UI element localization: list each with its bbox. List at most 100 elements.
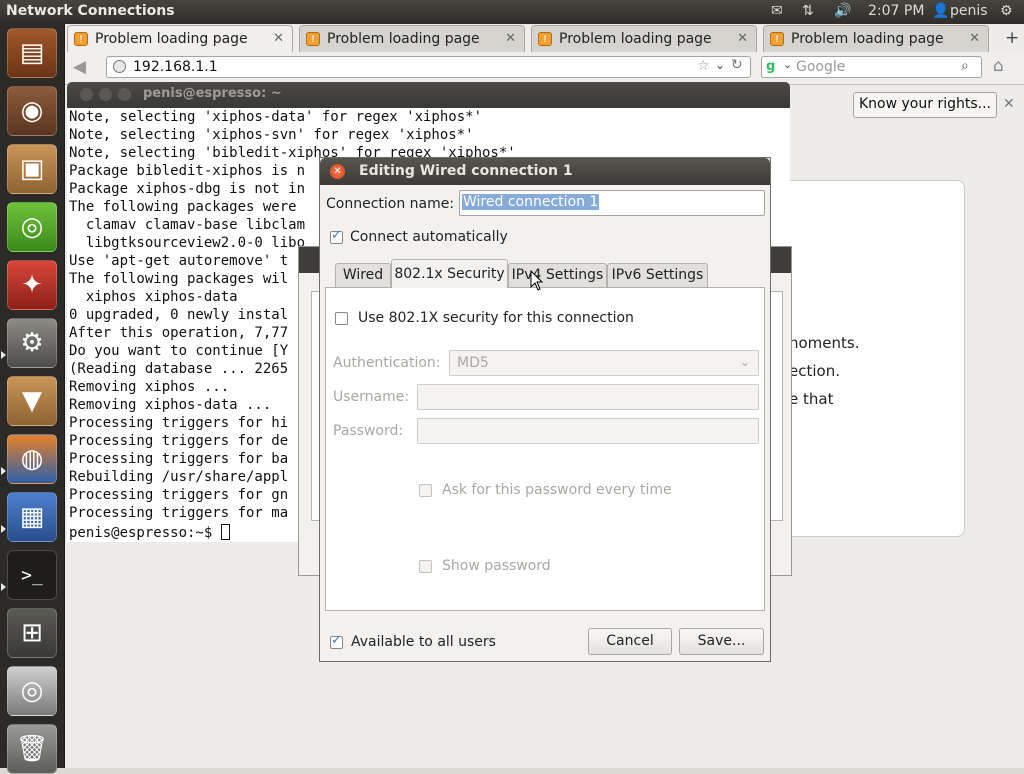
tab-ipv6-settings[interactable]: IPv6 Settings bbox=[607, 263, 708, 287]
user-icon: 👤 bbox=[932, 3, 950, 19]
close-icon[interactable]: ✕ bbox=[273, 31, 284, 46]
google-logo-icon[interactable]: g bbox=[766, 59, 782, 75]
mouse-pointer-icon bbox=[530, 270, 544, 291]
tab-label: Problem loading page bbox=[327, 31, 480, 47]
network-icon[interactable]: ⇅ bbox=[802, 3, 814, 19]
warning-icon: ! bbox=[74, 32, 88, 46]
ask-password-label: Ask for this password every time bbox=[442, 482, 672, 498]
terminal-titlebar[interactable]: penis@espresso: ~ bbox=[67, 82, 790, 108]
editing-connection-dialog: ✕ Editing Wired connection 1 Connection … bbox=[319, 157, 771, 662]
navigation-bar: ◀ 192.168.1.1 ☆ ⌄ ↻ g ⌄ Google ⌕ ⌂ bbox=[65, 52, 1024, 85]
search-icon[interactable]: ⌕ bbox=[961, 58, 969, 74]
network-connections-launcher[interactable]: ▦ bbox=[7, 492, 57, 542]
firefox-launcher[interactable]: ◍ bbox=[7, 434, 57, 484]
chevron-down-icon: ⌄ bbox=[739, 355, 750, 369]
warning-icon: ! bbox=[306, 32, 320, 46]
close-icon[interactable]: ✕ bbox=[330, 164, 345, 179]
terminal-line: Rebuilding /usr/share/appl bbox=[69, 469, 289, 485]
authentication-combo[interactable]: MD5 ⌄ bbox=[449, 350, 759, 376]
clock[interactable]: 2:07 PM bbox=[868, 3, 924, 19]
running-indicator bbox=[1, 351, 6, 359]
available-all-users-checkbox[interactable] bbox=[330, 633, 343, 649]
power-icon[interactable]: ⚙ bbox=[1000, 3, 1013, 19]
url-bar[interactable]: 192.168.1.1 ☆ ⌄ ↻ bbox=[106, 56, 751, 78]
terminal-line: Processing triggers for ba bbox=[69, 451, 289, 467]
cancel-button[interactable]: Cancel bbox=[588, 628, 672, 655]
new-tab-icon[interactable]: + bbox=[1005, 28, 1019, 48]
tab-label: Problem loading page bbox=[95, 31, 248, 47]
password-field[interactable] bbox=[417, 418, 759, 444]
terminal-prompt[interactable]: penis@espresso:~$ bbox=[69, 524, 230, 541]
chevron-down-icon[interactable]: ⌄ bbox=[783, 58, 792, 71]
package-launcher[interactable]: ▣ bbox=[7, 144, 57, 194]
chevron-down-icon[interactable]: ⌄ bbox=[715, 58, 725, 72]
use-8021x-label: Use 802.1X security for this connection bbox=[358, 310, 634, 326]
url-text[interactable]: 192.168.1.1 bbox=[133, 59, 218, 75]
terminal-line: (Reading database ... 2265 bbox=[69, 361, 289, 377]
error-text: e that bbox=[789, 390, 834, 408]
top-panel: Network Connections ✉ ⇅ 🔊 2:07 PM 👤 peni… bbox=[0, 0, 1024, 24]
user-menu[interactable]: penis bbox=[950, 3, 988, 19]
error-text: ection. bbox=[789, 362, 840, 380]
terminal-launcher[interactable]: >_ bbox=[7, 550, 57, 600]
know-your-rights-button[interactable]: Know your rights... bbox=[853, 92, 997, 118]
browser-tab[interactable]: ! Problem loading page ✕ bbox=[299, 25, 525, 52]
bookmark-star-icon[interactable]: ☆ bbox=[697, 58, 710, 74]
error-text: noments. bbox=[789, 334, 860, 352]
dialog-titlebar[interactable]: ✕ Editing Wired connection 1 bbox=[320, 158, 770, 185]
workspace-switcher-launcher[interactable]: ⊞ bbox=[7, 608, 57, 658]
ask-password-checkbox[interactable] bbox=[419, 484, 432, 497]
search-bar[interactable]: g ⌄ Google ⌕ bbox=[761, 56, 982, 78]
browser-tab[interactable]: ! Problem loading page ✕ bbox=[763, 25, 989, 52]
close-icon[interactable]: ✕ bbox=[737, 31, 748, 46]
connect-automatically-checkbox[interactable] bbox=[330, 228, 343, 244]
close-icon[interactable]: ✕ bbox=[505, 31, 516, 46]
tab-label: Problem loading page bbox=[791, 31, 944, 47]
speaker-launcher[interactable]: ◉ bbox=[7, 86, 57, 136]
tab-8021x-security[interactable]: 802.1x Security bbox=[391, 259, 508, 288]
prompt-text: penis@espresso:~$ bbox=[69, 525, 221, 541]
browser-tab[interactable]: ! Problem loading page ✕ bbox=[67, 25, 293, 52]
dvd-launcher[interactable]: ◎ bbox=[7, 666, 57, 716]
browser-tab[interactable]: ! Problem loading page ✕ bbox=[531, 25, 757, 52]
username-field[interactable] bbox=[417, 384, 759, 410]
close-icon[interactable] bbox=[80, 88, 93, 101]
terminal-line: Removing xiphos-data ... bbox=[69, 397, 272, 413]
minimize-icon[interactable] bbox=[99, 88, 112, 101]
terminal-line: libgtksourceview2.0-0 libo bbox=[69, 235, 306, 251]
home-icon[interactable]: ⌂ bbox=[993, 56, 1004, 76]
terminal-line: Processing triggers for hi bbox=[69, 415, 289, 431]
connection-name-label: Connection name: bbox=[326, 196, 455, 212]
ubuntu-one-launcher[interactable]: ◎ bbox=[7, 202, 57, 252]
maximize-icon[interactable] bbox=[118, 88, 131, 101]
trash-launcher[interactable]: 🗑 bbox=[7, 724, 57, 774]
system-settings-launcher[interactable]: ⚙ bbox=[7, 318, 57, 368]
terminal-line: Removing xiphos ... bbox=[69, 379, 230, 395]
package-download-launcher[interactable]: ▼ bbox=[7, 376, 57, 426]
use-8021x-checkbox[interactable] bbox=[335, 312, 348, 325]
show-password-checkbox[interactable] bbox=[419, 560, 432, 573]
available-all-users-label: Available to all users bbox=[351, 634, 496, 650]
reload-icon[interactable]: ↻ bbox=[731, 57, 743, 73]
running-indicator bbox=[1, 467, 6, 475]
settings-wand-launcher[interactable]: ✦ bbox=[7, 260, 57, 310]
globe-icon bbox=[113, 60, 126, 73]
tab-ipv4-settings[interactable]: IPv4 Settings bbox=[508, 263, 607, 287]
terminal-line: The following packages were bbox=[69, 199, 297, 215]
terminal-line: Package bibledit-xiphos is n bbox=[69, 163, 306, 179]
files-folder-launcher[interactable]: ▤ bbox=[7, 28, 57, 78]
search-input[interactable]: Google bbox=[796, 59, 845, 75]
terminal-line: Use 'apt-get autoremove' t bbox=[69, 253, 289, 269]
connection-name-field[interactable]: Wired connection 1 bbox=[459, 190, 765, 216]
running-indicator bbox=[1, 583, 6, 591]
security-tab-panel: Use 802.1X security for this connection … bbox=[325, 287, 765, 611]
volume-icon[interactable]: 🔊 bbox=[834, 3, 851, 19]
tab-wired[interactable]: Wired bbox=[335, 263, 391, 287]
save-button[interactable]: Save... bbox=[679, 628, 764, 655]
dialog-title: Editing Wired connection 1 bbox=[359, 163, 573, 179]
close-icon[interactable]: ✕ bbox=[1003, 96, 1015, 112]
close-icon[interactable]: ✕ bbox=[969, 31, 980, 46]
back-arrow-icon[interactable]: ◀ bbox=[73, 57, 86, 77]
warning-icon: ! bbox=[770, 32, 784, 46]
mail-icon[interactable]: ✉ bbox=[771, 3, 783, 19]
